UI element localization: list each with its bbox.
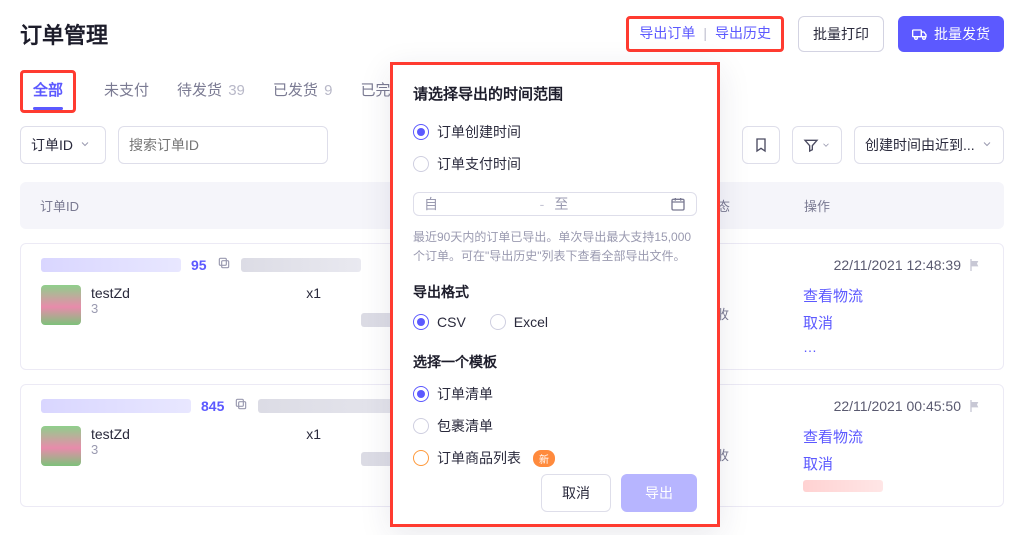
export-orders-link[interactable]: 导出订单 xyxy=(639,23,695,43)
radio-excel[interactable]: Excel xyxy=(490,314,548,330)
date-from: 自 xyxy=(424,194,530,214)
modal-export-button[interactable]: 导出 xyxy=(621,474,697,512)
id-type-select[interactable]: 订单ID xyxy=(20,126,106,164)
radio-icon xyxy=(490,314,506,330)
modal-title: 请选择导出的时间范围 xyxy=(413,83,697,104)
filter-icon xyxy=(803,137,819,153)
radio-label: 订单商品列表 xyxy=(437,448,521,468)
flag-icon[interactable] xyxy=(967,257,983,273)
radio-icon xyxy=(413,418,429,434)
product-qty: x1 xyxy=(306,285,361,301)
radio-pay-time[interactable]: 订单支付时间 xyxy=(413,154,697,174)
radio-icon xyxy=(413,124,429,140)
more-actions[interactable]: … xyxy=(803,339,819,355)
modal-cancel-button[interactable]: 取消 xyxy=(541,474,611,512)
radio-tpl-order[interactable]: 订单清单 xyxy=(413,384,697,404)
radio-icon xyxy=(413,450,429,466)
radio-create-time[interactable]: 订单创建时间 xyxy=(413,122,697,142)
truck-icon xyxy=(912,26,928,42)
chevron-down-icon xyxy=(821,140,831,150)
bulk-print-button[interactable]: 批量打印 xyxy=(798,16,884,52)
bulk-ship-label: 批量发货 xyxy=(934,24,990,44)
sort-label: 创建时间由近到... xyxy=(865,135,975,155)
radio-tpl-package[interactable]: 包裹清单 xyxy=(413,416,697,436)
bookmark-button[interactable] xyxy=(742,126,780,164)
tab-shipped-count: 9 xyxy=(324,82,332,99)
copy-icon[interactable] xyxy=(217,256,231,273)
export-modal: 请选择导出的时间范围 订单创建时间 订单支付时间 自 - 至 最近90天内的订单… xyxy=(390,62,720,527)
new-badge: 新 xyxy=(533,450,555,467)
tab-highlight-box: 全部 xyxy=(20,70,76,113)
radio-label: CSV xyxy=(437,314,466,330)
product-thumb xyxy=(41,285,81,325)
search-input[interactable] xyxy=(129,137,310,153)
flag-icon[interactable] xyxy=(967,398,983,414)
product-qty: x1 xyxy=(306,426,361,442)
search-box[interactable] xyxy=(118,126,328,164)
radio-tpl-products[interactable]: 订单商品列表 新 xyxy=(413,448,697,468)
product-name[interactable]: testZd xyxy=(91,285,130,301)
radio-label: 订单清单 xyxy=(437,384,493,404)
modal-help-text: 最近90天内的订单已导出。单次导出最大支持15,000个订单。可在"导出历史"列… xyxy=(413,228,697,266)
date-to: 至 xyxy=(554,194,660,214)
tab-to-ship[interactable]: 待发货 39 xyxy=(177,79,245,110)
radio-icon xyxy=(413,156,429,172)
view-logistics-link[interactable]: 查看物流 xyxy=(803,285,983,306)
export-highlight-box: 导出订单 | 导出历史 xyxy=(626,16,784,52)
th-order-id: 订单ID xyxy=(40,196,360,215)
radio-label: 订单创建时间 xyxy=(437,122,521,142)
order-timestamp: 22/11/2021 00:45:50 xyxy=(834,398,961,414)
tab-shipped[interactable]: 已发货 9 xyxy=(273,79,333,110)
radio-label: Excel xyxy=(514,314,548,330)
redacted-id xyxy=(41,399,191,413)
radio-label: 订单支付时间 xyxy=(437,154,521,174)
id-type-label: 订单ID xyxy=(31,135,73,155)
chevron-down-icon xyxy=(79,137,91,153)
bookmark-icon xyxy=(753,137,769,153)
product-sub: 3 xyxy=(91,442,130,457)
divider: | xyxy=(703,25,707,41)
page-title: 订单管理 xyxy=(20,18,626,50)
product-thumb xyxy=(41,426,81,466)
cancel-link[interactable]: 取消 xyxy=(803,453,983,474)
redacted-id xyxy=(41,258,181,272)
radio-label: 包裹清单 xyxy=(437,416,493,436)
product-sub: 3 xyxy=(91,301,130,316)
copy-icon[interactable] xyxy=(234,397,248,414)
th-ops: 操作 xyxy=(804,196,984,215)
date-range-input[interactable]: 自 - 至 xyxy=(413,192,697,216)
calendar-icon xyxy=(670,196,686,212)
format-section-title: 导出格式 xyxy=(413,282,697,302)
cancel-link[interactable]: 取消 xyxy=(803,312,983,333)
tab-shipped-label: 已发货 xyxy=(273,82,318,99)
bulk-ship-button[interactable]: 批量发货 xyxy=(898,16,1004,52)
radio-icon xyxy=(413,314,429,330)
export-history-link[interactable]: 导出历史 xyxy=(715,23,771,43)
radio-csv[interactable]: CSV xyxy=(413,314,466,330)
sort-select[interactable]: 创建时间由近到... xyxy=(854,126,1004,164)
redacted-action xyxy=(803,480,883,492)
tab-unpaid[interactable]: 未支付 xyxy=(104,79,149,110)
order-id-suffix[interactable]: 95 xyxy=(191,257,207,273)
product-name[interactable]: testZd xyxy=(91,426,130,442)
order-timestamp: 22/11/2021 12:48:39 xyxy=(834,257,961,273)
tab-to-ship-label: 待发货 xyxy=(177,82,222,99)
chevron-down-icon xyxy=(981,137,993,153)
radio-icon xyxy=(413,386,429,402)
tab-all[interactable]: 全部 xyxy=(33,79,63,110)
view-logistics-link[interactable]: 查看物流 xyxy=(803,426,983,447)
redacted-text xyxy=(241,258,361,272)
template-section-title: 选择一个模板 xyxy=(413,352,697,372)
order-id-suffix[interactable]: 845 xyxy=(201,398,224,414)
filter-button[interactable] xyxy=(792,126,842,164)
tab-to-ship-count: 39 xyxy=(228,82,245,99)
